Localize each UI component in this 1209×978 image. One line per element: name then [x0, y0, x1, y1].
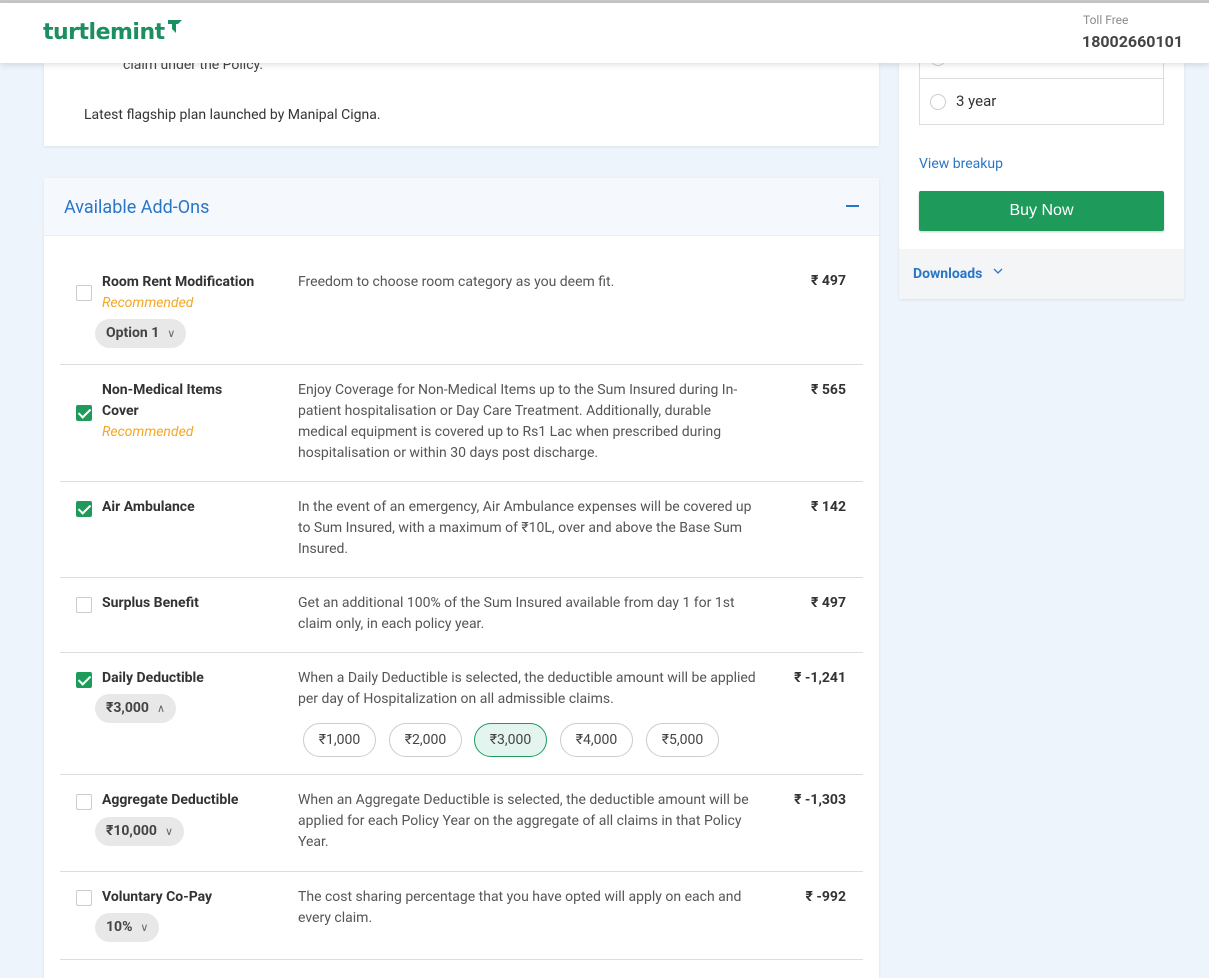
tenure-label-3-year[interactable]: 3 year [956, 92, 996, 110]
addon-row-voluntary-copay: Voluntary Co-Pay 10% ∨ The cost sharing p… [60, 872, 863, 960]
chevron-down-icon: ∨ [164, 825, 174, 838]
chevron-down-icon [992, 265, 1004, 281]
addon-description: Enjoy Coverage for Non-Medical Items up … [298, 382, 738, 461]
copay-selector[interactable]: 10% ∨ [95, 913, 160, 942]
addons-title: Available Add-Ons [64, 197, 210, 218]
plan-info-line: Latest flagship plan launched by Manipal… [84, 107, 381, 123]
buy-now-button[interactable]: Buy Now [919, 191, 1164, 231]
addon-description: When a Daily Deductible is selected, the… [298, 670, 756, 707]
deductible-option-1000[interactable]: ₹1,000 [303, 723, 376, 757]
chevron-down-icon: ∨ [140, 921, 149, 934]
addon-row-surplus-benefit: Surplus Benefit Get an additional 100% o… [60, 578, 863, 653]
addon-checkbox[interactable] [76, 890, 92, 906]
addon-checkbox[interactable] [76, 672, 92, 688]
addon-name: Surplus Benefit [102, 595, 199, 611]
collapse-minus-icon[interactable] [846, 205, 859, 207]
deductible-selector[interactable]: ₹10,000 ∨ [95, 817, 185, 846]
toll-free-label: Toll Free [1083, 13, 1129, 27]
addon-name: Room Rent Modification [102, 274, 255, 290]
addon-name: Air Ambulance [102, 499, 195, 515]
addon-checkbox[interactable] [76, 794, 92, 810]
addon-name: Non-Medical Items Cover [102, 382, 223, 419]
addon-description: Get an additional 100% of the Sum Insure… [298, 595, 735, 632]
addon-checkbox[interactable] [76, 285, 92, 301]
addon-row-non-medical: Non-Medical Items Cover Recommended Enjo… [60, 365, 863, 482]
addon-description: Freedom to choose room category as you d… [298, 274, 615, 290]
addon-price: ₹ -1,241 [794, 670, 846, 686]
turtlemint-logo[interactable]: turtlemint [43, 20, 184, 45]
deductible-option-4000[interactable]: ₹4,000 [560, 723, 633, 757]
copay-selector-value: 10% [106, 919, 133, 935]
chevron-down-icon: ∨ [167, 327, 176, 340]
downloads-toggle[interactable]: Downloads [899, 249, 1184, 299]
tenure-radio-3-year[interactable] [930, 94, 946, 110]
addon-row-room-rent: Room Rent Modification Recommended Optio… [60, 258, 863, 365]
deductible-option-2000[interactable]: ₹2,000 [389, 723, 462, 757]
addon-checkbox[interactable] [76, 501, 92, 517]
deductible-option-5000[interactable]: ₹5,000 [646, 723, 719, 757]
addon-name: Voluntary Co-Pay [102, 889, 213, 905]
addon-row-aggregate-deductible: Aggregate Deductible ₹10,000 ∨ When an Ag… [60, 775, 863, 872]
option-selector[interactable]: Option 1 ∨ [95, 319, 187, 348]
addon-row-air-ambulance: Air Ambulance In the event of an emergen… [60, 482, 863, 578]
addon-price: ₹ -992 [805, 889, 846, 905]
app-header: turtlemint Toll Free 18002660101 [0, 3, 1209, 63]
logo-text: turtlemint [43, 20, 165, 45]
deductible-option-3000[interactable]: ₹3,000 [474, 723, 547, 757]
option-selector-value: Option 1 [106, 325, 160, 341]
addon-description: When an Aggregate Deductible is selected… [298, 792, 749, 850]
addon-description: In the event of an emergency, Air Ambula… [298, 499, 752, 557]
addon-price: ₹ -1,303 [794, 792, 846, 808]
addon-price: ₹ 497 [811, 595, 846, 611]
logo-mark-icon [167, 20, 182, 33]
addons-header[interactable]: Available Add-Ons [44, 178, 879, 236]
addon-name: Daily Deductible [102, 670, 204, 686]
toll-free-number[interactable]: 18002660101 [1082, 32, 1183, 51]
deductible-selector-value: ₹10,000 [106, 823, 157, 839]
addon-price: ₹ 142 [811, 499, 846, 515]
addon-name: Aggregate Deductible [102, 792, 239, 808]
recommended-tag: Recommended [102, 424, 194, 440]
addon-checkbox[interactable] [76, 405, 92, 421]
addon-description: The cost sharing percentage that you hav… [298, 889, 742, 926]
addon-price: ₹ 565 [811, 382, 846, 398]
chevron-up-icon: ∧ [156, 702, 165, 715]
tenure-divider [920, 78, 1163, 79]
view-breakup-link[interactable]: View breakup [919, 156, 1003, 172]
downloads-label: Downloads [913, 266, 983, 282]
deductible-selector-value: ₹3,000 [106, 700, 149, 716]
addon-row-daily-deductible: Daily Deductible ₹3,000 ∧ When a Daily De… [60, 653, 863, 775]
addon-checkbox[interactable] [76, 597, 92, 613]
recommended-tag: Recommended [102, 295, 194, 311]
addon-price: ₹ 497 [811, 273, 846, 289]
deductible-selector[interactable]: ₹3,000 ∧ [95, 694, 176, 723]
